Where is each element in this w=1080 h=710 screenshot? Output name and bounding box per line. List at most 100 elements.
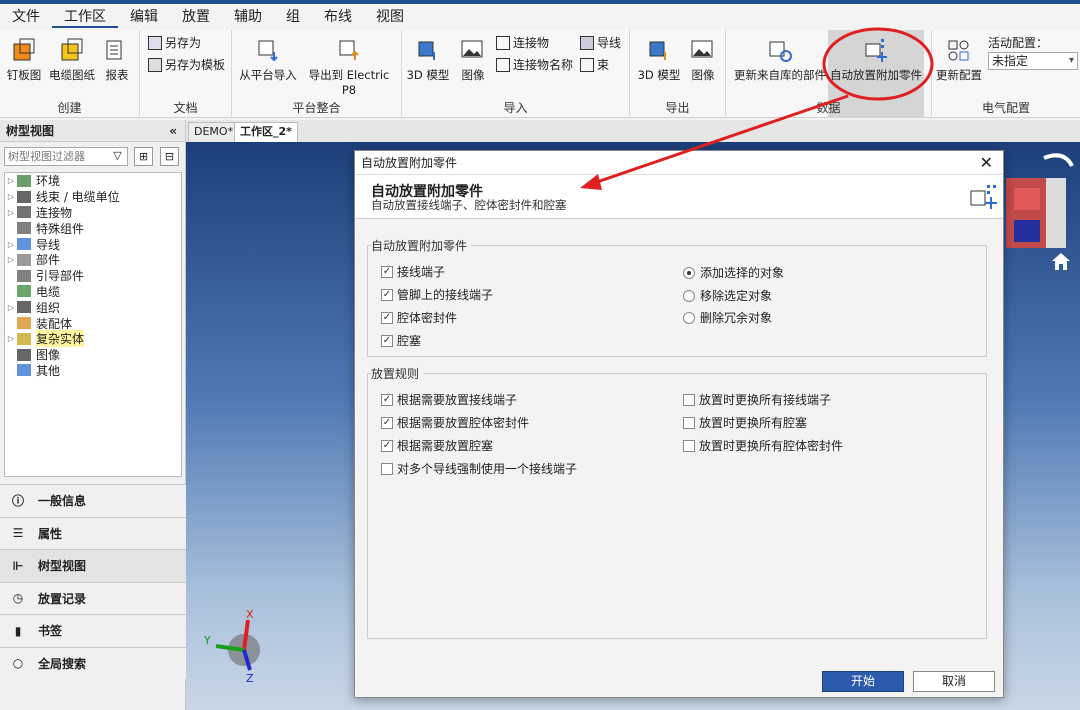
import-connector-name-button[interactable]: 连接物名称 [496,56,573,73]
tab-demo[interactable]: DEMO* [188,122,240,142]
update-config-button[interactable]: 更新配置 [934,36,984,83]
checkbox[interactable] [381,462,393,475]
nav-placement-log[interactable]: ◷ 放置记录 [0,581,186,614]
collapse-all-icon[interactable]: ⊟ [160,147,179,166]
cancel-button[interactable]: 取消 [913,671,995,692]
tree-item[interactable]: ▷ 环境 [5,173,181,189]
checkbox[interactable] [683,416,695,429]
tree-item-label: 部件 [36,253,61,268]
import-image-button[interactable]: 图像 [454,36,492,83]
tree-item[interactable]: ▷ 连接物 [5,205,181,221]
checkbox[interactable]: ✓ [381,334,393,347]
expand-arrow-icon[interactable]: ▷ [5,303,17,312]
checkbox[interactable]: ✓ [381,265,393,278]
rule-replace-seals[interactable]: 放置时更换所有腔体密封件 [683,437,843,454]
update-from-library-button[interactable]: 更新来自库的部件 [732,36,828,83]
close-icon[interactable]: ✕ [980,151,993,175]
menu-place[interactable]: 放置 [170,6,222,28]
tree-item[interactable]: ▷ 线束 / 电缆单位 [5,189,181,205]
start-button[interactable]: 开始 [822,671,904,692]
save-as-template-button[interactable]: 另存为模板 [148,56,225,73]
tree-item[interactable]: 特殊组件 [5,220,181,236]
import-3d-button[interactable]: 3D 模型 [406,36,450,83]
radio-remove-selected[interactable]: 移除选定对象 [683,287,772,304]
import-connector-button[interactable]: 连接物 [496,34,549,51]
tab-workspace[interactable]: 工作区_2* [234,122,298,142]
check-terminal[interactable]: ✓ 接线端子 [381,263,445,280]
nav-general-info[interactable]: ⓘ 一般信息 [0,484,186,517]
expand-arrow-icon[interactable]: ▷ [5,176,17,185]
export-image-button[interactable]: 图像 [684,36,722,83]
checkbox[interactable]: ✓ [381,393,393,406]
nailboard-button[interactable]: 钉板图 [4,36,44,83]
rule-one-terminal[interactable]: 对多个导线强制使用一个接线端子 [381,460,577,477]
nav-properties[interactable]: ☰ 属性 [0,516,186,549]
check-cavity-plug[interactable]: ✓ 腔塞 [381,332,421,349]
tree-item[interactable]: 其他 [5,363,181,379]
nav-tree-view[interactable]: ⊩ 树型视图 [0,549,186,582]
tree-item[interactable]: 电缆 [5,284,181,300]
radio[interactable] [683,311,695,324]
checkbox[interactable]: ✓ [381,288,393,301]
menu-file[interactable]: 文件 [0,6,52,28]
expand-arrow-icon[interactable]: ▷ [5,208,17,217]
radio[interactable] [683,266,695,279]
check-pin-terminal[interactable]: ✓ 管脚上的接线端子 [381,286,493,303]
report-button[interactable]: 报表 [100,36,134,83]
export-3d-button[interactable]: 3D 模型 [636,36,682,83]
save-as-button[interactable]: 另存为 [148,34,201,51]
auto-place-parts-button[interactable]: 自动放置附加零件 [830,36,922,83]
import-platform-button[interactable]: 从平台导入 [238,36,298,83]
menu-edit[interactable]: 编辑 [118,6,170,28]
rule-place-plug[interactable]: ✓ 根据需要放置腔塞 [381,437,493,454]
tree-item[interactable]: ▷ 复杂实体 [5,330,181,348]
menu-routing[interactable]: 布线 [312,6,364,28]
rule-replace-terminals[interactable]: 放置时更换所有接线端子 [683,391,831,408]
filter-icon[interactable]: ▽ [108,147,127,166]
nav-global-search[interactable]: ○ 全局搜索 [0,646,186,679]
checkbox[interactable]: ✓ [381,416,393,429]
rule-place-seal[interactable]: ✓ 根据需要放置腔体密封件 [381,414,529,431]
section-rules-label: 放置规则 [371,365,424,382]
tree-item[interactable]: 引导部件 [5,268,181,284]
auto-place-dialog: 自动放置附加零件 ✕ 自动放置附加零件 自动放置接线端子、腔体密封件和腔塞 自动… [354,150,1004,698]
dialog-titlebar: 自动放置附加零件 ✕ [355,151,1003,175]
menu-group[interactable]: 组 [274,6,312,28]
menu-assist[interactable]: 辅助 [222,6,274,28]
expand-all-icon[interactable]: ⊞ [134,147,153,166]
active-config-select[interactable]: 未指定 [988,52,1078,70]
tree-item[interactable]: 装配体 [5,315,181,331]
expand-arrow-icon[interactable]: ▷ [5,334,17,343]
import-wire-button[interactable]: 导线 [580,34,621,51]
tree-item[interactable]: ▷ 组织 [5,299,181,315]
tree-item[interactable]: ▷ 导线 [5,236,181,252]
radio[interactable] [683,289,695,302]
expand-arrow-icon[interactable]: ▷ [5,192,17,201]
radio-delete-redundant[interactable]: 删除冗余对象 [683,309,772,326]
checkbox[interactable]: ✓ [381,311,393,324]
tree-item[interactable]: 图像 [5,347,181,363]
nav-bookmarks[interactable]: ▮ 书签 [0,614,186,647]
check-cavity-seal[interactable]: ✓ 腔体密封件 [381,309,457,326]
rule-place-terminal[interactable]: ✓ 根据需要放置接线端子 [381,391,517,408]
cable-drawing-button[interactable]: 电缆图纸 [46,36,98,83]
auto-place-icon [865,39,887,62]
tree-item-icon [17,301,31,314]
group-create-label: 创建 [57,101,82,115]
save-icon [148,35,162,50]
expand-arrow-icon[interactable]: ▷ [5,240,17,249]
tree-item[interactable]: ▷ 部件 [5,252,181,268]
checkbox[interactable]: ✓ [381,439,393,452]
radio-add-selected[interactable]: 添加选择的对象 [683,264,784,281]
home-icon[interactable] [1050,250,1072,272]
import-bundle-button[interactable]: 束 [580,56,609,73]
expand-arrow-icon[interactable]: ▷ [5,255,17,264]
checkbox[interactable] [683,439,695,452]
menu-workspace[interactable]: 工作区 [52,6,118,28]
export-p8-button[interactable]: 导出到 Electric P8 [300,36,398,97]
rule-replace-plugs[interactable]: 放置时更换所有腔塞 [683,414,807,431]
checkbox[interactable] [683,393,695,406]
config-icon [948,40,969,61]
menu-view[interactable]: 视图 [364,6,416,28]
collapse-button[interactable]: « [169,120,177,142]
